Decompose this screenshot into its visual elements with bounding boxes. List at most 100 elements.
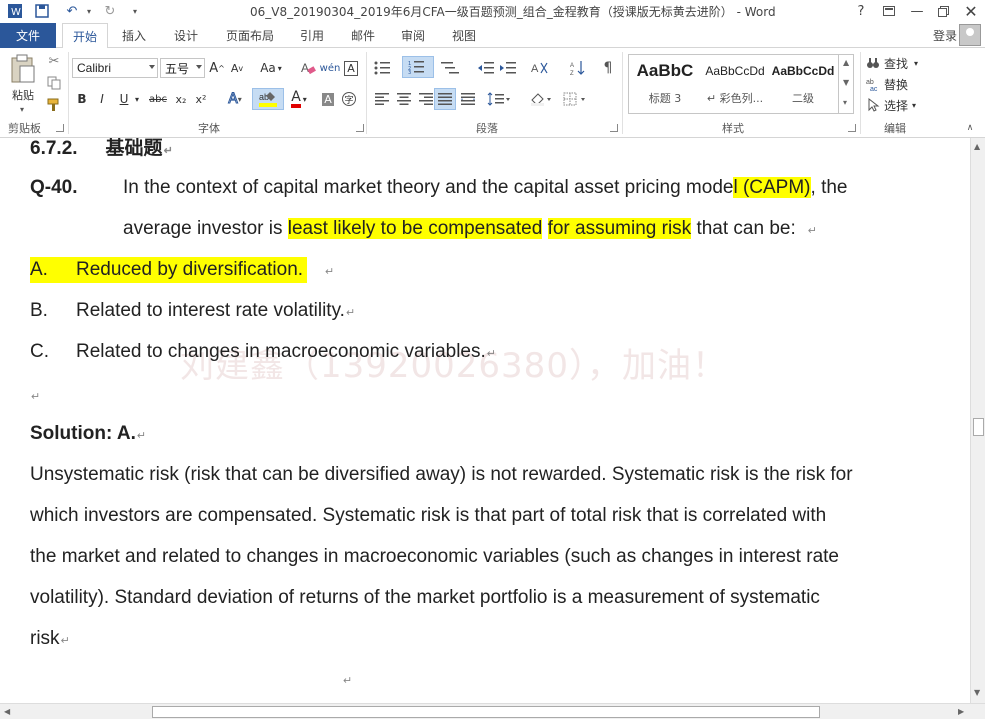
- scroll-right-icon[interactable]: ▶: [958, 707, 964, 716]
- character-border-button[interactable]: A: [342, 58, 360, 78]
- line-spacing-icon[interactable]: [484, 90, 514, 108]
- phonetic-guide-icon[interactable]: wén: [320, 58, 341, 78]
- tab-file[interactable]: 文件: [0, 23, 56, 48]
- cut-icon[interactable]: ✂: [44, 52, 64, 70]
- font-color-button[interactable]: A ▾: [286, 88, 312, 110]
- character-shading-button[interactable]: A: [320, 90, 336, 108]
- restore-icon[interactable]: [930, 1, 956, 21]
- underline-dropdown-icon[interactable]: ▾: [132, 90, 142, 108]
- style-colorful-list[interactable]: AaBbCcDd ↵ 彩色列...: [700, 56, 770, 112]
- document-canvas[interactable]: 刘建鑫（13920026380），加油！ 6.7.2. 基础题↵ Q-40. In…: [0, 138, 970, 703]
- format-painter-icon[interactable]: [44, 96, 64, 114]
- select-button[interactable]: 选择 ▾: [866, 96, 936, 114]
- highlight-capm: l (CAPM): [733, 177, 811, 198]
- tab-view[interactable]: 视图: [444, 23, 484, 48]
- clear-formatting-icon[interactable]: A: [298, 58, 318, 78]
- section-heading: 6.7.2. 基础题↵: [30, 138, 173, 164]
- paste-icon[interactable]: [6, 52, 40, 86]
- paste-button[interactable]: 粘贴: [6, 88, 40, 102]
- font-name-dropdown-icon[interactable]: [149, 65, 155, 69]
- font-group-label: 字体: [198, 122, 220, 135]
- bullets-icon[interactable]: [372, 58, 396, 78]
- tab-references[interactable]: 引用: [292, 23, 332, 48]
- save-icon[interactable]: [32, 2, 52, 20]
- shrink-font-button[interactable]: Av: [228, 58, 246, 78]
- tab-home[interactable]: 开始: [62, 23, 108, 49]
- chinese-layout-icon[interactable]: A: [528, 58, 554, 78]
- grow-font-button[interactable]: A ^: [208, 58, 226, 78]
- borders-icon[interactable]: [560, 90, 590, 108]
- option-a: A. Reduced by diversification.: [30, 257, 308, 283]
- scroll-down-icon[interactable]: ▼: [974, 688, 980, 697]
- scroll-left-icon[interactable]: ◀: [4, 707, 10, 716]
- customize-qat-icon[interactable]: ▾: [128, 2, 142, 20]
- increase-indent-icon[interactable]: [498, 58, 518, 78]
- replace-button[interactable]: ab ac 替换: [866, 75, 936, 93]
- change-case-button[interactable]: Aa ▾: [256, 58, 286, 78]
- minimize-icon[interactable]: —: [904, 1, 930, 21]
- strikethrough-button[interactable]: abc: [146, 90, 170, 108]
- sort-icon[interactable]: AZ: [568, 58, 588, 78]
- highlight-color-button[interactable]: ab: [252, 88, 284, 110]
- numbering-icon[interactable]: 123: [402, 56, 434, 78]
- svg-text:ac: ac: [870, 86, 878, 91]
- paragraph-launcher-icon[interactable]: [610, 124, 618, 132]
- bold-button[interactable]: B: [74, 90, 90, 108]
- show-formatting-marks-icon[interactable]: ¶: [598, 58, 618, 78]
- redo-icon[interactable]: ↻: [100, 2, 120, 20]
- styles-launcher-icon[interactable]: [848, 124, 856, 132]
- tab-page-layout[interactable]: 页面布局: [220, 23, 280, 48]
- decrease-indent-icon[interactable]: [476, 58, 496, 78]
- tab-mailings[interactable]: 邮件: [343, 23, 383, 48]
- shading-icon[interactable]: [526, 90, 556, 108]
- gallery-up-icon[interactable]: ▲: [843, 58, 849, 67]
- sign-in-link[interactable]: 登录: [933, 27, 957, 44]
- gallery-down-icon[interactable]: ▼: [843, 78, 849, 87]
- paste-dropdown-icon[interactable]: ▾: [14, 104, 30, 114]
- font-launcher-icon[interactable]: [356, 124, 364, 132]
- ribbon-display-options-icon[interactable]: [876, 1, 902, 21]
- collapse-ribbon-icon[interactable]: ∧: [962, 122, 978, 134]
- vertical-scroll-thumb[interactable]: [973, 418, 984, 436]
- question-text: average investor is: [123, 218, 288, 239]
- cursor-arrow-icon: [868, 98, 880, 112]
- style-heading3[interactable]: AaBbC 标题 3: [630, 56, 700, 112]
- svg-text:A: A: [301, 61, 309, 75]
- font-size-combo[interactable]: 五号: [160, 58, 205, 78]
- horizontal-scrollbar[interactable]: ◀ ▶: [0, 703, 985, 719]
- subscript-button[interactable]: x₂: [172, 90, 190, 108]
- vertical-scrollbar[interactable]: ▲ ▼: [970, 138, 985, 703]
- solution-line: the market and related to changes in mac…: [30, 546, 839, 567]
- scroll-up-icon[interactable]: ▲: [974, 142, 980, 151]
- option-text: Related to changes in macroeconomic vari…: [76, 341, 486, 362]
- enclose-characters-button[interactable]: 字: [340, 90, 358, 108]
- align-right-icon[interactable]: [416, 90, 436, 108]
- justify-icon[interactable]: [434, 88, 456, 110]
- undo-dropdown-icon[interactable]: ▾: [84, 2, 94, 20]
- distributed-icon[interactable]: [458, 90, 478, 108]
- style-level2[interactable]: AaBbCcDd 二级: [768, 56, 838, 112]
- italic-button[interactable]: I: [94, 90, 110, 108]
- align-center-icon[interactable]: [394, 90, 414, 108]
- copy-icon[interactable]: [44, 74, 64, 92]
- tab-design[interactable]: 设计: [166, 23, 206, 48]
- underline-button[interactable]: U: [116, 90, 132, 108]
- superscript-button[interactable]: x²: [192, 90, 210, 108]
- font-color-dropdown-icon: ▾: [302, 94, 307, 104]
- font-name-combo[interactable]: Calibri: [72, 58, 158, 78]
- multilevel-list-icon[interactable]: [438, 58, 464, 78]
- horizontal-scroll-thumb[interactable]: [152, 706, 820, 718]
- tab-review[interactable]: 审阅: [393, 23, 433, 48]
- gallery-more-icon[interactable]: ▾: [843, 98, 847, 107]
- align-left-icon[interactable]: [372, 90, 392, 108]
- text-effects-button[interactable]: A ▾: [222, 90, 248, 108]
- help-button[interactable]: ?: [848, 1, 874, 21]
- font-size-dropdown-icon[interactable]: [196, 65, 202, 69]
- word-logo-icon[interactable]: W: [6, 2, 24, 20]
- clipboard-launcher-icon[interactable]: [56, 124, 64, 132]
- close-icon[interactable]: ✕: [958, 1, 984, 21]
- avatar[interactable]: [959, 24, 981, 46]
- undo-icon[interactable]: ↶: [62, 2, 82, 20]
- tab-insert[interactable]: 插入: [114, 23, 154, 48]
- find-button[interactable]: 查找 ▾: [866, 54, 936, 72]
